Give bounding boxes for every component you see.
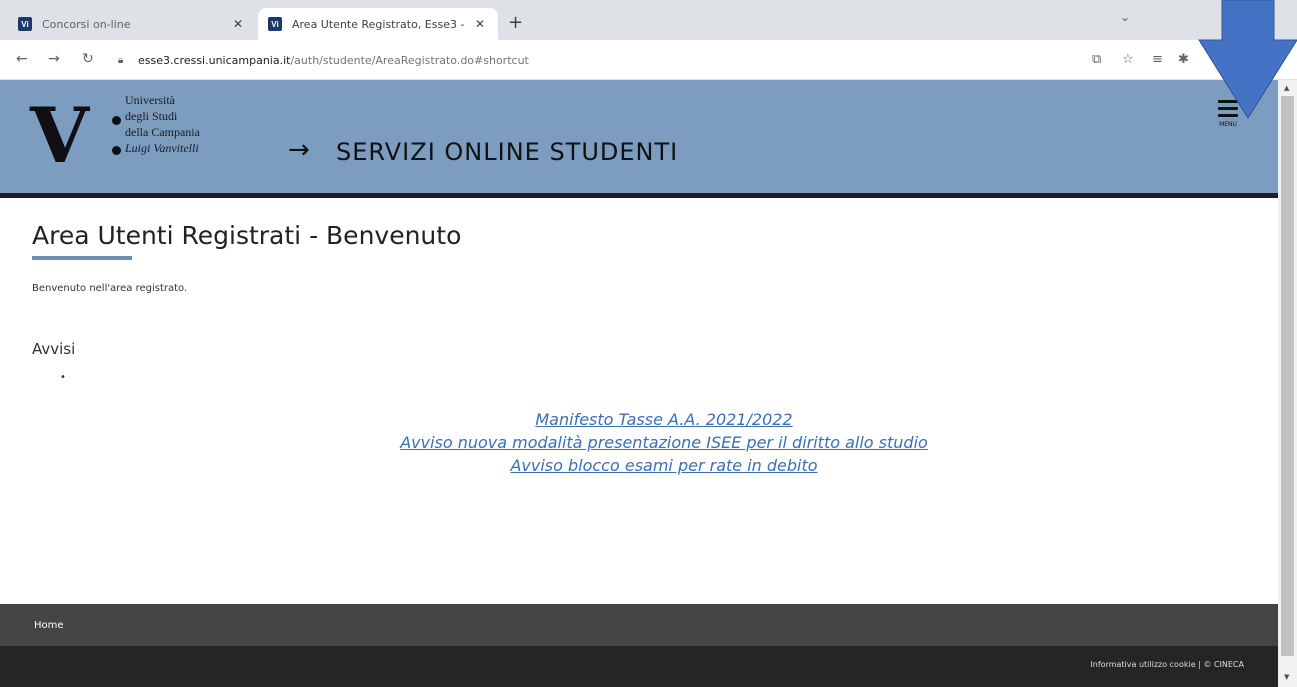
page-scrollbar[interactable]: ▲ ▼ <box>1278 80 1297 687</box>
logo-dot <box>112 116 121 125</box>
logo-line: della Campania <box>125 125 200 139</box>
site-header: V Università degli Studi della Campania … <box>0 80 1278 198</box>
footer-bottom: Informativa utilizzo cookie | © CINECA <box>0 646 1278 687</box>
logo-dot <box>112 146 121 155</box>
avvisi-heading: Avvisi <box>32 340 76 358</box>
avvisi-links: Manifesto Tasse A.A. 2021/2022 Avviso nu… <box>300 408 1028 477</box>
browser-tab-area-utente[interactable]: Vi Area Utente Registrato, Esse3 - ✕ <box>258 8 498 40</box>
back-icon[interactable]: ← <box>16 51 28 67</box>
share-icon[interactable]: ⧉ <box>1092 52 1101 67</box>
star-icon[interactable]: ☆ <box>1122 52 1134 67</box>
logo-line: Luigi Vanvitelli <box>125 141 199 155</box>
forward-icon[interactable]: → <box>48 51 60 67</box>
title-underline <box>32 256 132 260</box>
site-favicon-icon: Vi <box>268 17 282 31</box>
reload-icon[interactable]: ↻ <box>82 51 94 67</box>
address-bar[interactable]: 🔒︎ esse3.cressi.unicampania.it/auth/stud… <box>118 46 1078 74</box>
university-name: Università degli Studi della Campania Lu… <box>125 92 200 156</box>
list-bullet: • <box>60 372 66 383</box>
logo-line: Università <box>125 93 175 107</box>
scroll-thumb[interactable] <box>1281 96 1294 656</box>
page-title: Area Utenti Registrati - Benvenuto <box>32 221 462 250</box>
link-avviso-isee[interactable]: Avviso nuova modalità presentazione ISEE… <box>300 431 1028 454</box>
chevron-down-icon[interactable]: ⌄ <box>1120 10 1130 24</box>
reading-list-icon[interactable]: ≡ <box>1152 52 1163 67</box>
annotation-arrow-icon <box>1198 0 1297 119</box>
menu-label: MENU <box>1219 121 1237 128</box>
link-avviso-blocco-esami[interactable]: Avviso blocco esami per rate in debito <box>300 454 1028 477</box>
site-title: SERVIZI ONLINE STUDENTI <box>336 138 679 166</box>
lock-icon: 🔒︎ <box>118 55 124 66</box>
extensions-icon[interactable]: ✱ <box>1178 52 1189 67</box>
footer-nav: Home <box>0 604 1278 646</box>
university-logo[interactable]: V <box>30 98 89 174</box>
url-path: /auth/studente/AreaRegistrato.do#shortcu… <box>290 53 529 67</box>
link-manifesto-tasse[interactable]: Manifesto Tasse A.A. 2021/2022 <box>300 408 1028 431</box>
logo-line: degli Studi <box>125 109 178 123</box>
footer-legal-link[interactable]: Informativa utilizzo cookie | © CINECA <box>1090 660 1244 669</box>
browser-toolbar: ← → ↻ 🔒︎ esse3.cressi.unicampania.it/aut… <box>0 40 1297 80</box>
close-icon[interactable]: ✕ <box>230 17 246 31</box>
close-icon[interactable]: ✕ <box>472 17 488 31</box>
tab-title: Concorsi on-line <box>42 17 131 31</box>
welcome-text: Benvenuto nell'area registrato. <box>32 283 188 294</box>
browser-tabstrip: Vi Concorsi on-line ✕ Vi Area Utente Reg… <box>0 0 1297 40</box>
url-host: esse3.cressi.unicampania.it <box>138 53 291 67</box>
site-favicon-icon: Vi <box>18 17 32 31</box>
scroll-down-icon[interactable]: ▼ <box>1284 673 1289 681</box>
browser-tab-concorsi[interactable]: Vi Concorsi on-line ✕ <box>8 8 256 40</box>
new-tab-icon[interactable]: + <box>508 14 523 32</box>
footer-home-link[interactable]: Home <box>34 620 64 631</box>
tab-title: Area Utente Registrato, Esse3 - <box>292 17 465 31</box>
arrow-right-icon: → <box>288 135 310 165</box>
